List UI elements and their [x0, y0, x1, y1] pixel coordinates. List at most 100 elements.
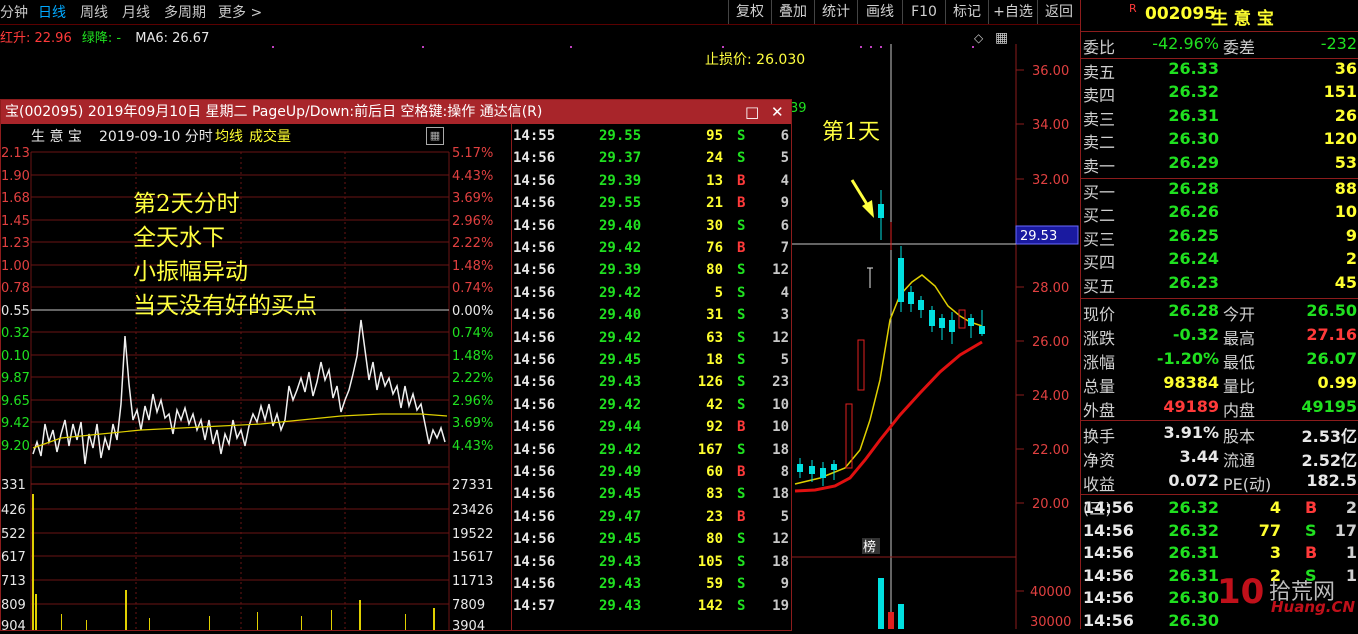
book-row[interactable]: 买二 26.26 10: [1081, 202, 1358, 225]
fuquan-button[interactable]: 复权: [728, 0, 771, 24]
back-button[interactable]: 返回: [1037, 0, 1080, 24]
price-axis-label: 32.00: [1032, 173, 1069, 188]
tick-price: 29.45: [599, 486, 642, 503]
candle: [878, 204, 884, 218]
tick-side: S: [737, 329, 746, 346]
tick-row[interactable]: 14:56 29.43 59 S 9: [513, 576, 791, 598]
tick-volume: 24: [706, 150, 723, 167]
period-multi[interactable]: 多周期: [164, 2, 206, 22]
tick-row[interactable]: 14:56 29.47 23 B 5: [513, 509, 791, 531]
add-watchlist-button[interactable]: +自选: [988, 0, 1037, 24]
trade-time: 14:56: [1083, 588, 1134, 607]
tick-row[interactable]: 14:56 29.39 13 B 4: [513, 173, 791, 195]
arrow-icon: [850, 179, 874, 218]
tick-row[interactable]: 14:56 29.55 21 B 9: [513, 195, 791, 217]
tick-row[interactable]: 14:56 29.45 83 S 18: [513, 486, 791, 508]
minimize-icon[interactable]: □: [745, 100, 759, 124]
tick-row[interactable]: 14:56 29.49 60 B 8: [513, 464, 791, 486]
book-row[interactable]: 买一 26.28 88: [1081, 179, 1358, 202]
book-volume: 53: [1334, 152, 1357, 172]
book-level-label: 卖三: [1083, 109, 1116, 129]
candle: [968, 318, 974, 326]
popup-title: 宝(002095) 2019年09月10日 星期二 PageUp/Down:前后…: [5, 104, 543, 120]
tick-side: S: [737, 150, 746, 167]
overlay-button[interactable]: 叠加: [771, 0, 814, 24]
trade-row[interactable]: 14:56 26.32 4 B 2: [1081, 498, 1358, 521]
intraday-popup-window[interactable]: 宝(002095) 2019年09月10日 星期二 PageUp/Down:前后…: [0, 99, 792, 631]
trade-row[interactable]: 14:56 26.32 77 S 17: [1081, 521, 1358, 544]
book-volume: 120: [1323, 129, 1357, 149]
tick-row[interactable]: 14:56 29.42 5 S 4: [513, 285, 791, 307]
tick-count: 5: [780, 352, 789, 368]
candle: [898, 258, 904, 302]
tick-row[interactable]: 14:56 29.42 42 S 10: [513, 397, 791, 419]
stat-label: 最低: [1223, 353, 1256, 372]
tick-time: 14:56: [513, 240, 556, 256]
tick-row[interactable]: 14:56 29.45 18 S 5: [513, 352, 791, 374]
candle: [831, 464, 837, 470]
tick-time: 14:56: [513, 329, 556, 346]
draw-button[interactable]: 画线: [857, 0, 902, 24]
book-row[interactable]: 买三 26.25 9: [1081, 226, 1358, 249]
tick-list[interactable]: 14:55 29.55 95 S 6 14:56 29.37 24 S 5 14:56 29.39 13…: [1, 128, 791, 628]
tick-side: S: [737, 576, 746, 592]
f10-button[interactable]: F10: [902, 0, 945, 24]
tick-row[interactable]: 14:56 29.40 31 S 3: [513, 307, 791, 329]
tick-side: B: [737, 240, 746, 256]
book-row[interactable]: 卖五 26.33 36: [1081, 59, 1358, 82]
book-volume: 151: [1323, 82, 1357, 102]
stat-label: 量比: [1223, 377, 1256, 396]
trade-count: 2: [1345, 498, 1357, 517]
period-month[interactable]: 月线: [122, 2, 150, 22]
tick-count: 8: [780, 464, 789, 480]
book-volume: 36: [1334, 59, 1357, 78]
stat-label: 净资: [1083, 451, 1116, 470]
tick-row[interactable]: 14:56 29.44 92 B 10: [513, 419, 791, 441]
tick-volume: 63: [706, 329, 723, 346]
tick-row[interactable]: 14:57 29.43 142 S 19: [513, 598, 791, 620]
book-row[interactable]: 卖一 26.29 53: [1081, 153, 1358, 176]
partial-label: 39: [790, 101, 807, 116]
tick-count: 18: [772, 553, 789, 570]
trade-row[interactable]: 14:56 26.31 3 B 1: [1081, 543, 1358, 566]
stats-button[interactable]: 统计: [814, 0, 857, 24]
tick-row[interactable]: 14:55 29.55 95 S 6: [513, 128, 791, 150]
tick-price: 29.39: [599, 172, 642, 189]
tick-row[interactable]: 14:56 29.45 80 S 12: [513, 531, 791, 553]
tick-row[interactable]: 14:56 29.42 63 S 12: [513, 330, 791, 352]
tick-row[interactable]: 14:56 29.43 126 S 23: [513, 374, 791, 396]
tick-price: 29.47: [599, 508, 642, 525]
period-more[interactable]: 更多 >: [218, 2, 262, 22]
tick-row[interactable]: 14:56 29.42 76 B 7: [513, 240, 791, 262]
book-volume: 88: [1334, 179, 1357, 198]
book-level-label: 卖五: [1083, 63, 1116, 82]
book-row[interactable]: 卖二 26.30 120: [1081, 129, 1358, 152]
book-row[interactable]: 卖三 26.31 26: [1081, 106, 1358, 129]
book-row[interactable]: 买五 26.23 45: [1081, 273, 1358, 296]
tick-count: 23: [772, 374, 789, 391]
tick-row[interactable]: 14:56 29.42 167 S 18: [513, 442, 791, 464]
popup-title-bar[interactable]: 宝(002095) 2019年09月10日 星期二 PageUp/Down:前后…: [1, 100, 791, 124]
tick-row[interactable]: 14:56 29.37 24 S 5: [513, 150, 791, 172]
tick-volume: 31: [706, 307, 723, 324]
book-row[interactable]: 卖四 26.32 151: [1081, 82, 1358, 105]
tick-row[interactable]: 14:56 29.40 30 S 6: [513, 218, 791, 240]
book-row[interactable]: 买四 26.24 2: [1081, 249, 1358, 272]
stat-label: 换手: [1083, 427, 1116, 446]
period-minute[interactable]: 分钟: [0, 2, 28, 22]
separator: [1081, 31, 1358, 32]
trade-price: 26.32: [1168, 520, 1219, 540]
period-day[interactable]: 日线: [38, 2, 66, 22]
stat-value: 26.28: [1168, 301, 1219, 320]
mark-button[interactable]: 标记: [945, 0, 988, 24]
stat-value: 2.53亿: [1301, 427, 1357, 446]
candle: [949, 320, 955, 332]
tick-time: 14:56: [513, 284, 556, 301]
tick-count: 19: [772, 598, 789, 615]
trade-volume: 3: [1269, 543, 1281, 562]
period-week[interactable]: 周线: [80, 2, 108, 22]
tick-row[interactable]: 14:56 29.43 105 S 18: [513, 554, 791, 576]
tick-price: 29.42: [599, 441, 642, 458]
tick-row[interactable]: 14:56 29.39 80 S 12: [513, 262, 791, 284]
close-icon[interactable]: ✕: [771, 100, 784, 124]
